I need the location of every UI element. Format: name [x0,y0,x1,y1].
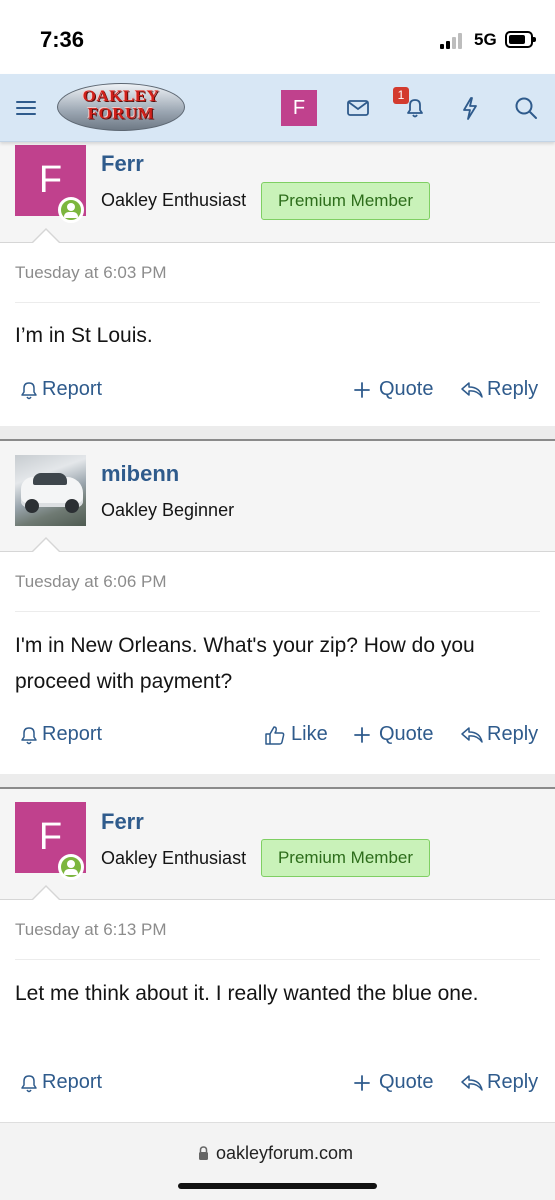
plus-icon [354,1074,370,1091]
forum-logo[interactable]: OAKLEY FORUM [57,83,185,131]
thumbs-up-icon [265,725,285,745]
notification-count-badge: 1 [393,87,409,104]
url-text[interactable]: oakleyforum.com [216,1143,353,1164]
bell-icon [21,726,37,744]
plus-icon [354,381,370,398]
bell-icon [21,381,37,399]
reply-button[interactable]: Reply [460,723,538,746]
quote-button[interactable]: Quote [352,378,433,401]
post-message: I’m in St Louis. [15,324,153,347]
post-2: mibenn Oakley Beginner Tuesday at 6:06 P… [0,441,555,787]
search-icon[interactable] [512,94,540,122]
reply-button[interactable]: Reply [460,378,538,401]
post-date[interactable]: Tuesday at 6:13 PM [15,920,167,940]
report-button[interactable]: Report [19,378,102,401]
username[interactable]: mibenn [101,461,179,487]
post-message: I'm in New Orleans. What's your zip? How… [15,634,475,693]
post-message: Let me think about it. I really wanted t… [15,982,479,1005]
reply-button[interactable]: Reply [460,1071,538,1094]
post-3: F Ferr Oakley Enthusiast Premium Member … [0,789,555,1122]
user-avatar-photo[interactable] [15,455,86,526]
post-date[interactable]: Tuesday at 6:03 PM [15,263,167,283]
lock-icon [199,1146,208,1160]
user-title: Oakley Enthusiast [101,190,247,210]
report-button[interactable]: Report [19,1071,102,1094]
battery-icon [505,31,536,48]
user-title: Oakley Beginner [101,500,235,520]
forum-navbar: OAKLEY FORUM F 1 [0,74,555,142]
post-date[interactable]: Tuesday at 6:06 PM [15,572,167,592]
reply-icon [461,726,483,743]
menu-icon[interactable] [12,94,40,122]
reply-icon [461,381,483,398]
signal-icon [440,33,468,49]
like-button[interactable]: Like [264,723,328,746]
report-button[interactable]: Report [19,723,102,746]
premium-member-badge: Premium Member [261,182,430,220]
whats-new-lightning-icon[interactable] [456,94,484,122]
inbox-icon[interactable] [344,94,372,122]
quote-button[interactable]: Quote [352,723,433,746]
browser-address-bar[interactable]: oakleyforum.com [0,1122,555,1200]
network-type: 5G [474,30,497,49]
post-1: F Ferr Oakley Enthusiast Premium Member … [0,142,555,439]
quote-button[interactable]: Quote [352,1071,433,1094]
home-indicator[interactable] [178,1183,377,1189]
username[interactable]: Ferr [101,809,144,835]
status-bar: 7:36 5G [0,0,555,74]
reply-icon [461,1074,483,1091]
user-title: Oakley Enthusiast [101,848,247,868]
online-status-icon [58,854,84,880]
premium-member-badge: Premium Member [261,839,430,877]
username[interactable]: Ferr [101,151,144,177]
account-avatar[interactable]: F [281,90,317,126]
online-status-icon [58,197,84,223]
status-time: 7:36 [40,27,85,52]
plus-icon [354,726,370,743]
bell-icon [21,1074,37,1092]
